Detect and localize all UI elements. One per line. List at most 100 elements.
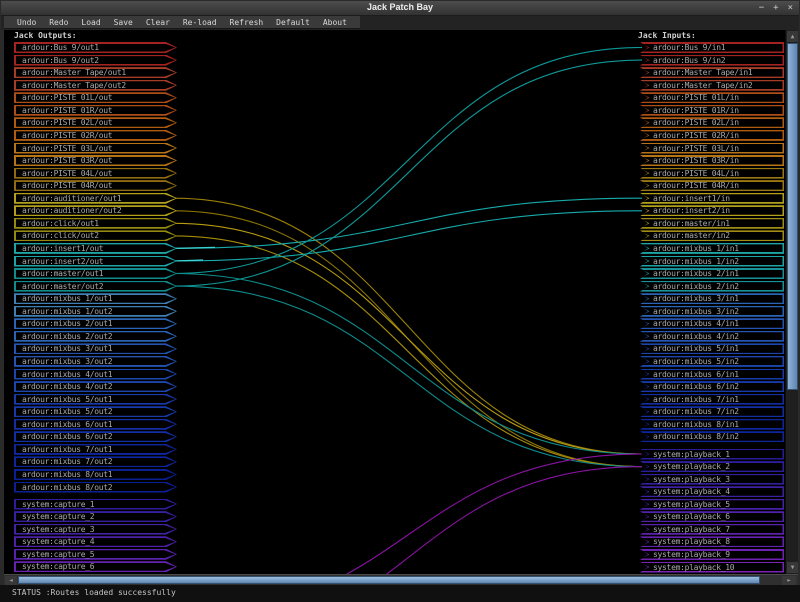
wire-ardour-master-out2-to-ardour-bus-9-in2[interactable]	[173, 60, 642, 286]
output-port-ardour-piste-02r-out[interactable]: ardour:PISTE 02R/out	[14, 130, 177, 141]
menu-item-load[interactable]: Load	[81, 18, 100, 27]
wire-offscreen-below-to-system-playback-2[interactable]	[173, 467, 642, 574]
output-port-ardour-mixbus-7-out1[interactable]: ardour:mixbus 7/out1	[14, 444, 177, 455]
output-port-ardour-piste-04r-out[interactable]: ardour:PISTE 04R/out	[14, 180, 177, 191]
output-port-ardour-piste-01l-out[interactable]: ardour:PISTE 01L/out	[14, 92, 177, 103]
input-port-ardour-bus-9-in2[interactable]: ardour:Bus 9/in2	[640, 55, 784, 66]
wire-offscreen-below-to-system-playback-1[interactable]	[173, 454, 642, 574]
wire-ardour-click-out2-to-system-playback-2[interactable]	[173, 236, 642, 467]
input-port-ardour-piste-01l-in[interactable]: ardour:PISTE 01L/in	[640, 92, 784, 103]
output-port-ardour-mixbus-5-out1[interactable]: ardour:mixbus 5/out1	[14, 394, 177, 405]
scroll-left-icon[interactable]: ◄	[5, 576, 17, 585]
output-port-ardour-mixbus-8-out2[interactable]: ardour:mixbus 8/out2	[14, 482, 177, 493]
menu-item-save[interactable]: Save	[114, 18, 133, 27]
input-port-system-playback-1[interactable]: system:playback_1	[640, 449, 784, 460]
input-port-ardour-piste-03r-in[interactable]: ardour:PISTE 03R/in	[640, 155, 784, 166]
output-port-ardour-mixbus-1-out1[interactable]: ardour:mixbus 1/out1	[14, 293, 177, 304]
output-port-ardour-insert2-out[interactable]: ardour:insert2/out	[14, 256, 177, 267]
wire-ardour-insert2-out-to-ardour-insert2-in[interactable]	[173, 211, 642, 261]
output-port-ardour-master-tape-out1[interactable]: ardour:Master Tape/out1	[14, 67, 177, 78]
input-port-system-playback-8[interactable]: system:playback_8	[640, 536, 784, 547]
menu-item-re-load[interactable]: Re-load	[183, 18, 217, 27]
input-port-ardour-mixbus-1-in1[interactable]: ardour:mixbus 1/in1	[640, 243, 784, 254]
input-port-ardour-mixbus-7-in1[interactable]: ardour:mixbus 7/in1	[640, 394, 784, 405]
wire-ardour-insert1-out-to-ardour-insert1-in[interactable]	[173, 198, 642, 248]
output-port-ardour-mixbus-3-out1[interactable]: ardour:mixbus 3/out1	[14, 343, 177, 354]
output-port-system-capture-4[interactable]: system:capture_4	[14, 536, 177, 547]
output-port-ardour-mixbus-6-out2[interactable]: ardour:mixbus 6/out2	[14, 431, 177, 442]
output-port-ardour-mixbus-4-out1[interactable]: ardour:mixbus 4/out1	[14, 369, 177, 380]
input-port-ardour-master-in2[interactable]: ardour:master/in2	[640, 230, 784, 241]
input-port-ardour-piste-04l-in[interactable]: ardour:PISTE 04L/in	[640, 168, 784, 179]
minimize-button[interactable]: −	[759, 2, 764, 14]
output-port-ardour-insert1-out[interactable]: ardour:insert1/out	[14, 243, 177, 254]
input-port-ardour-piste-04r-in[interactable]: ardour:PISTE 04R/in	[640, 180, 784, 191]
menu-item-clear[interactable]: Clear	[146, 18, 170, 27]
output-port-ardour-mixbus-2-out2[interactable]: ardour:mixbus 2/out2	[14, 331, 177, 342]
output-port-ardour-mixbus-3-out2[interactable]: ardour:mixbus 3/out2	[14, 356, 177, 367]
output-port-ardour-mixbus-1-out2[interactable]: ardour:mixbus 1/out2	[14, 306, 177, 317]
vertical-scroll-thumb[interactable]	[787, 43, 798, 390]
output-port-system-capture-3[interactable]: system:capture_3	[14, 524, 177, 535]
output-port-ardour-mixbus-8-out1[interactable]: ardour:mixbus 8/out1	[14, 469, 177, 480]
output-port-ardour-click-out1[interactable]: ardour:click/out1	[14, 218, 177, 229]
input-port-system-playback-7[interactable]: system:playback_7	[640, 524, 784, 535]
close-button[interactable]: ×	[788, 2, 793, 14]
input-port-system-playback-9[interactable]: system:playback_9	[640, 549, 784, 560]
input-port-system-playback-2[interactable]: system:playback_2	[640, 461, 784, 472]
input-port-ardour-mixbus-2-in2[interactable]: ardour:mixbus 2/in2	[640, 281, 784, 292]
input-port-ardour-master-tape-in2[interactable]: ardour:Master Tape/in2	[640, 80, 784, 91]
output-port-ardour-piste-01r-out[interactable]: ardour:PISTE 01R/out	[14, 105, 177, 116]
input-port-ardour-piste-01r-in[interactable]: ardour:PISTE 01R/in	[640, 105, 784, 116]
horizontal-scroll-thumb[interactable]	[18, 576, 760, 584]
wire-ardour-click-out1-to-system-playback-1[interactable]	[173, 223, 642, 454]
menu-item-about[interactable]: About	[323, 18, 347, 27]
output-port-ardour-mixbus-4-out2[interactable]: ardour:mixbus 4/out2	[14, 381, 177, 392]
input-port-ardour-insert2-in[interactable]: ardour:insert2/in	[640, 205, 784, 216]
output-port-ardour-master-out2[interactable]: ardour:master/out2	[14, 281, 177, 292]
input-port-ardour-mixbus-8-in1[interactable]: ardour:mixbus 8/in1	[640, 419, 784, 430]
output-port-ardour-piste-03l-out[interactable]: ardour:PISTE 03L/out	[14, 143, 177, 154]
scroll-up-icon[interactable]: ▲	[787, 31, 798, 42]
output-port-ardour-mixbus-2-out1[interactable]: ardour:mixbus 2/out1	[14, 318, 177, 329]
scroll-right-icon[interactable]: ►	[782, 576, 796, 585]
input-port-system-playback-5[interactable]: system:playback_5	[640, 499, 784, 510]
output-port-ardour-mixbus-7-out2[interactable]: ardour:mixbus 7/out2	[14, 456, 177, 467]
input-port-system-playback-4[interactable]: system:playback_4	[640, 486, 784, 497]
output-port-ardour-bus-9-out2[interactable]: ardour:Bus 9/out2	[14, 55, 177, 66]
maximize-button[interactable]: +	[773, 2, 778, 14]
output-port-system-capture-2[interactable]: system:capture_2	[14, 511, 177, 522]
input-port-ardour-mixbus-5-in2[interactable]: ardour:mixbus 5/in2	[640, 356, 784, 367]
output-port-ardour-click-out2[interactable]: ardour:click/out2	[14, 230, 177, 241]
title-bar[interactable]: Jack Patch Bay − + ×	[1, 1, 799, 16]
menu-item-undo[interactable]: Undo	[17, 18, 36, 27]
input-port-system-playback-10[interactable]: system:playback_10	[640, 562, 784, 573]
input-port-ardour-mixbus-4-in1[interactable]: ardour:mixbus 4/in1	[640, 318, 784, 329]
output-port-ardour-piste-03r-out[interactable]: ardour:PISTE 03R/out	[14, 155, 177, 166]
output-port-ardour-auditioner-out1[interactable]: ardour:auditioner/out1	[14, 193, 177, 204]
output-port-ardour-bus-9-out1[interactable]: ardour:Bus 9/out1	[14, 42, 177, 53]
scroll-down-icon[interactable]: ▼	[787, 562, 798, 573]
input-port-ardour-master-in1[interactable]: ardour:master/in1	[640, 218, 784, 229]
input-port-ardour-mixbus-6-in1[interactable]: ardour:mixbus 6/in1	[640, 369, 784, 380]
menu-item-refresh[interactable]: Refresh	[230, 18, 264, 27]
patchbay-canvas[interactable]: Jack Outputs: Jack Inputs: ardour:Bus 9/…	[4, 30, 785, 574]
input-port-ardour-mixbus-8-in2[interactable]: ardour:mixbus 8/in2	[640, 431, 784, 442]
output-port-system-capture-1[interactable]: system:capture_1	[14, 499, 177, 510]
menu-item-default[interactable]: Default	[276, 18, 310, 27]
output-port-ardour-master-out1[interactable]: ardour:master/out1	[14, 268, 177, 279]
input-port-ardour-piste-02r-in[interactable]: ardour:PISTE 02R/in	[640, 130, 784, 141]
wire-ardour-auditioner-out1-to-system-playback-1[interactable]	[173, 198, 642, 454]
input-port-ardour-mixbus-4-in2[interactable]: ardour:mixbus 4/in2	[640, 331, 784, 342]
output-port-ardour-piste-04l-out[interactable]: ardour:PISTE 04L/out	[14, 168, 177, 179]
input-port-ardour-mixbus-2-in1[interactable]: ardour:mixbus 2/in1	[640, 268, 784, 279]
wire-ardour-master-out1-to-ardour-bus-9-in1[interactable]	[173, 48, 642, 274]
input-port-ardour-mixbus-1-in2[interactable]: ardour:mixbus 1/in2	[640, 256, 784, 267]
wire-ardour-master-out2-to-system-playback-2[interactable]	[173, 286, 642, 467]
input-port-ardour-mixbus-5-in1[interactable]: ardour:mixbus 5/in1	[640, 343, 784, 354]
input-port-system-playback-3[interactable]: system:playback_3	[640, 474, 784, 485]
output-port-ardour-piste-02l-out[interactable]: ardour:PISTE 02L/out	[14, 117, 177, 128]
input-port-ardour-piste-03l-in[interactable]: ardour:PISTE 03L/in	[640, 143, 784, 154]
output-port-ardour-mixbus-6-out1[interactable]: ardour:mixbus 6/out1	[14, 419, 177, 430]
output-port-ardour-auditioner-out2[interactable]: ardour:auditioner/out2	[14, 205, 177, 216]
